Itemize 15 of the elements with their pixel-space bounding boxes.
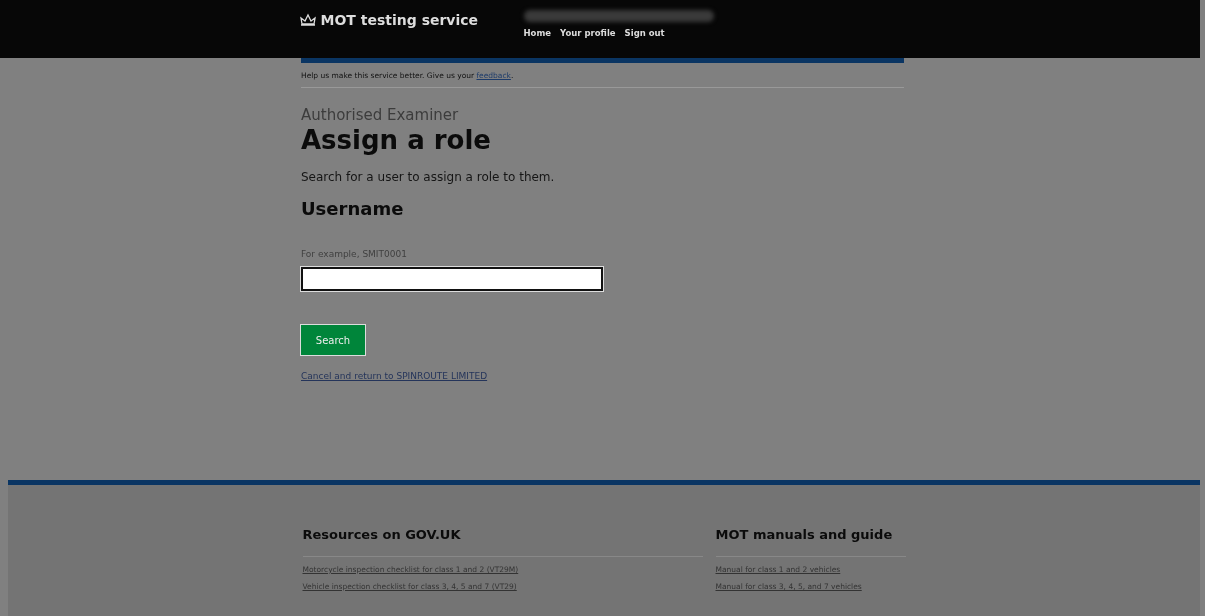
nav-link[interactable]: Home <box>523 28 552 38</box>
intro-text: Search for a user to assign a role to them. <box>301 170 556 184</box>
footer-heading: Resources on GOV.UK <box>302 527 703 557</box>
service-name: MOT testing service <box>320 12 479 28</box>
field-label: Username <box>301 198 405 219</box>
nav-link[interactable]: Your profile <box>560 28 616 38</box>
nav-link[interactable]: Sign out <box>624 28 665 38</box>
username-field[interactable] <box>301 267 603 291</box>
caption: Authorised Examiner <box>301 106 460 124</box>
search-button[interactable]: Search <box>301 325 365 355</box>
cancel-link[interactable]: Cancel and return to SPINROUTE LIMITED <box>301 371 488 381</box>
field-hint: For example, SMIT0001 <box>301 249 408 259</box>
page-title: Assign a role <box>301 124 492 156</box>
footer-heading: MOT manuals and guide <box>715 527 906 557</box>
crown-icon <box>298 13 317 27</box>
